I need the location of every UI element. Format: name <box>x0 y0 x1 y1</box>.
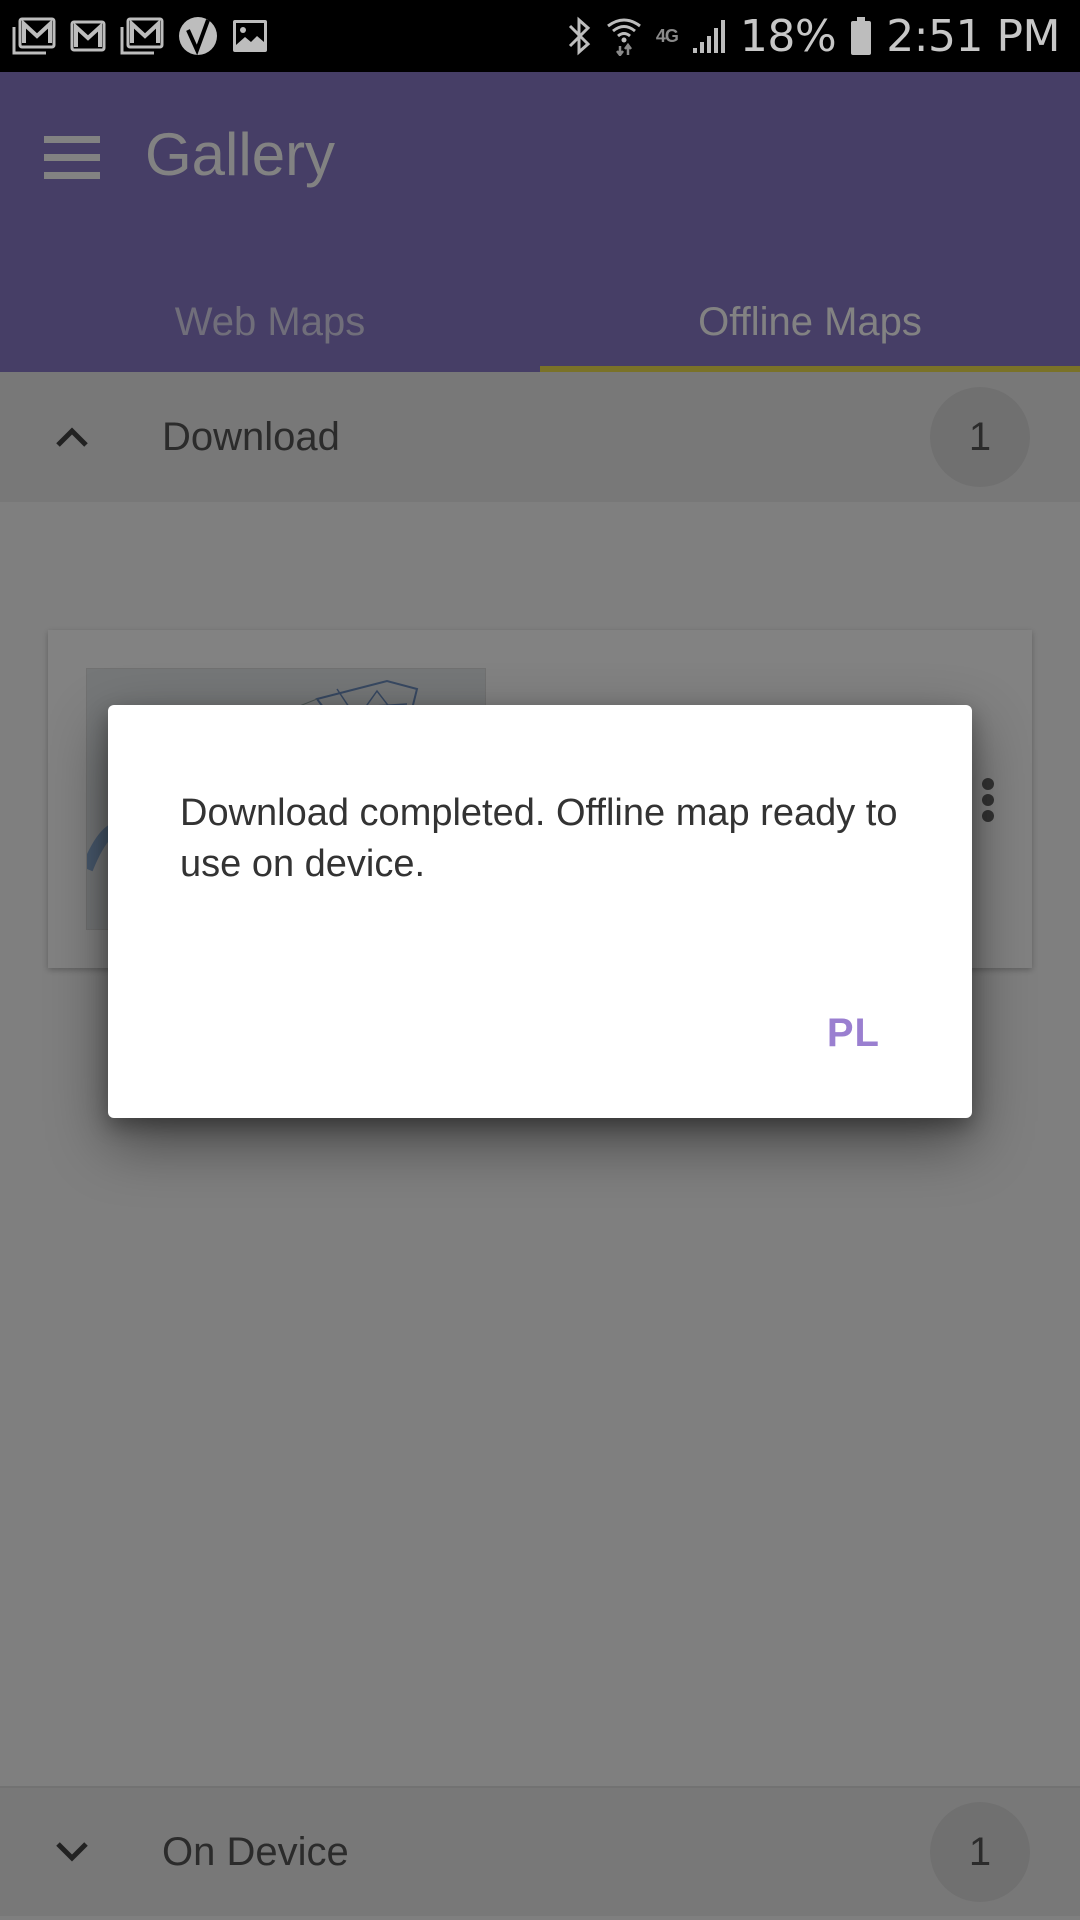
battery-icon <box>850 16 872 56</box>
battery-percent: 18% <box>739 10 837 62</box>
network-type-label: 4G <box>655 25 679 46</box>
wifi-icon <box>606 16 642 56</box>
verizon-check-icon <box>178 16 218 56</box>
bluetooth-icon <box>566 16 592 56</box>
clock: 2:51 PM <box>886 10 1060 62</box>
download-complete-dialog: Download completed. Offline map ready to… <box>108 705 972 1118</box>
image-icon <box>232 19 268 53</box>
system-status: 4G 18% 2:51 PM <box>566 11 1060 62</box>
status-bar: 4G 18% 2:51 PM <box>0 0 1080 72</box>
gmail-icon <box>70 20 106 52</box>
notification-icons <box>12 16 268 56</box>
dialog-confirm-button[interactable]: PL <box>827 1011 880 1056</box>
gmail-stack-icon <box>12 17 56 55</box>
dialog-message: Download completed. Offline map ready to… <box>180 792 898 885</box>
signal-icon <box>692 18 726 54</box>
gmail-stack-icon <box>120 17 164 55</box>
